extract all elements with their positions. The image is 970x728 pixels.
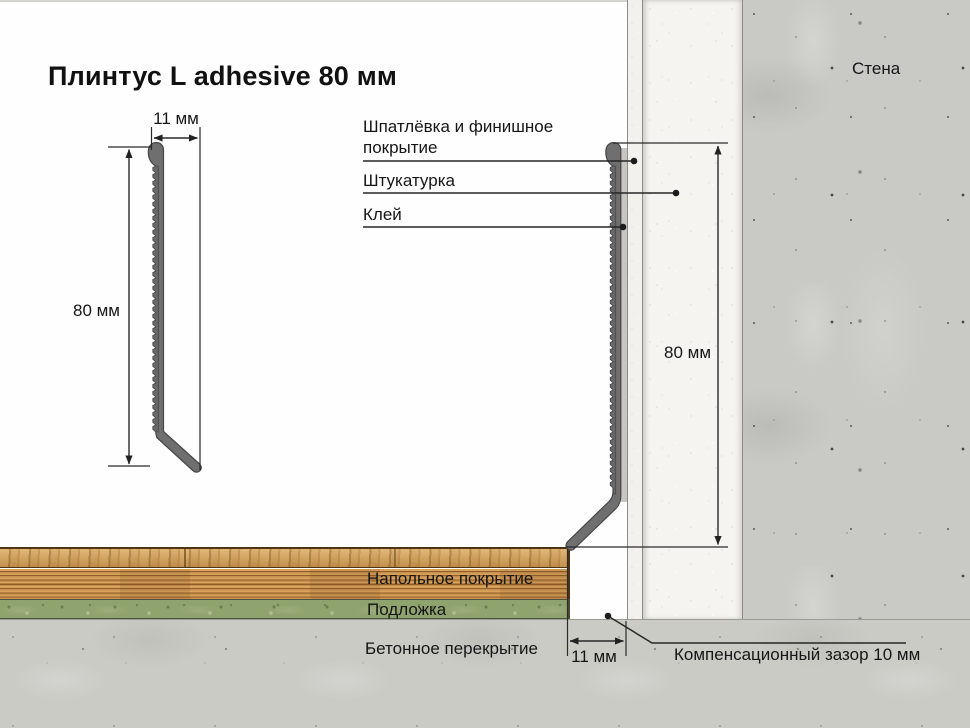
concrete-slab-label: Бетонное перекрытие: [365, 639, 538, 660]
concrete-slab: [0, 619, 970, 728]
wall-profile-shape: [566, 143, 621, 551]
putty-finish-layer-label: Шпатлёвка и финишное покрытие: [363, 116, 559, 158]
floor-underlay: [0, 599, 570, 619]
underlay-label: Подложка: [367, 600, 446, 621]
wood-face-band: [0, 549, 568, 568]
plaster-layer-label: Штукатурка: [363, 171, 455, 192]
page-title: Плинтус L adhesive 80 мм: [48, 62, 397, 92]
wall-layer-concrete: [742, 0, 970, 620]
wall-layer-plaster: [643, 0, 742, 620]
wall-height-dimension-label: 80 мм: [664, 343, 711, 364]
profile-width-dimension-label: 11 мм: [151, 109, 201, 130]
left-profile-shape: [148, 143, 201, 473]
floor-covering-label: Напольное покрытие: [367, 569, 533, 590]
wall-profile-teeth: [610, 166, 616, 494]
wall-layer-putty: [627, 0, 643, 620]
top-edge-line: [0, 0, 627, 2]
leader-glue-dot: [620, 224, 627, 231]
gap-width-dimension-label: 11 мм: [562, 647, 626, 668]
diagram-canvas: Плинтус L adhesive 80 мм 11 мм 80 мм Шпа…: [0, 0, 970, 728]
wall-label: Стена: [852, 59, 900, 80]
profile-height-dimension-label: 80 мм: [70, 301, 120, 322]
compensation-gap-label: Компенсационный зазор 10 мм: [674, 645, 920, 666]
glue-layer-label: Клей: [363, 205, 402, 226]
left-profile-teeth: [153, 166, 159, 432]
